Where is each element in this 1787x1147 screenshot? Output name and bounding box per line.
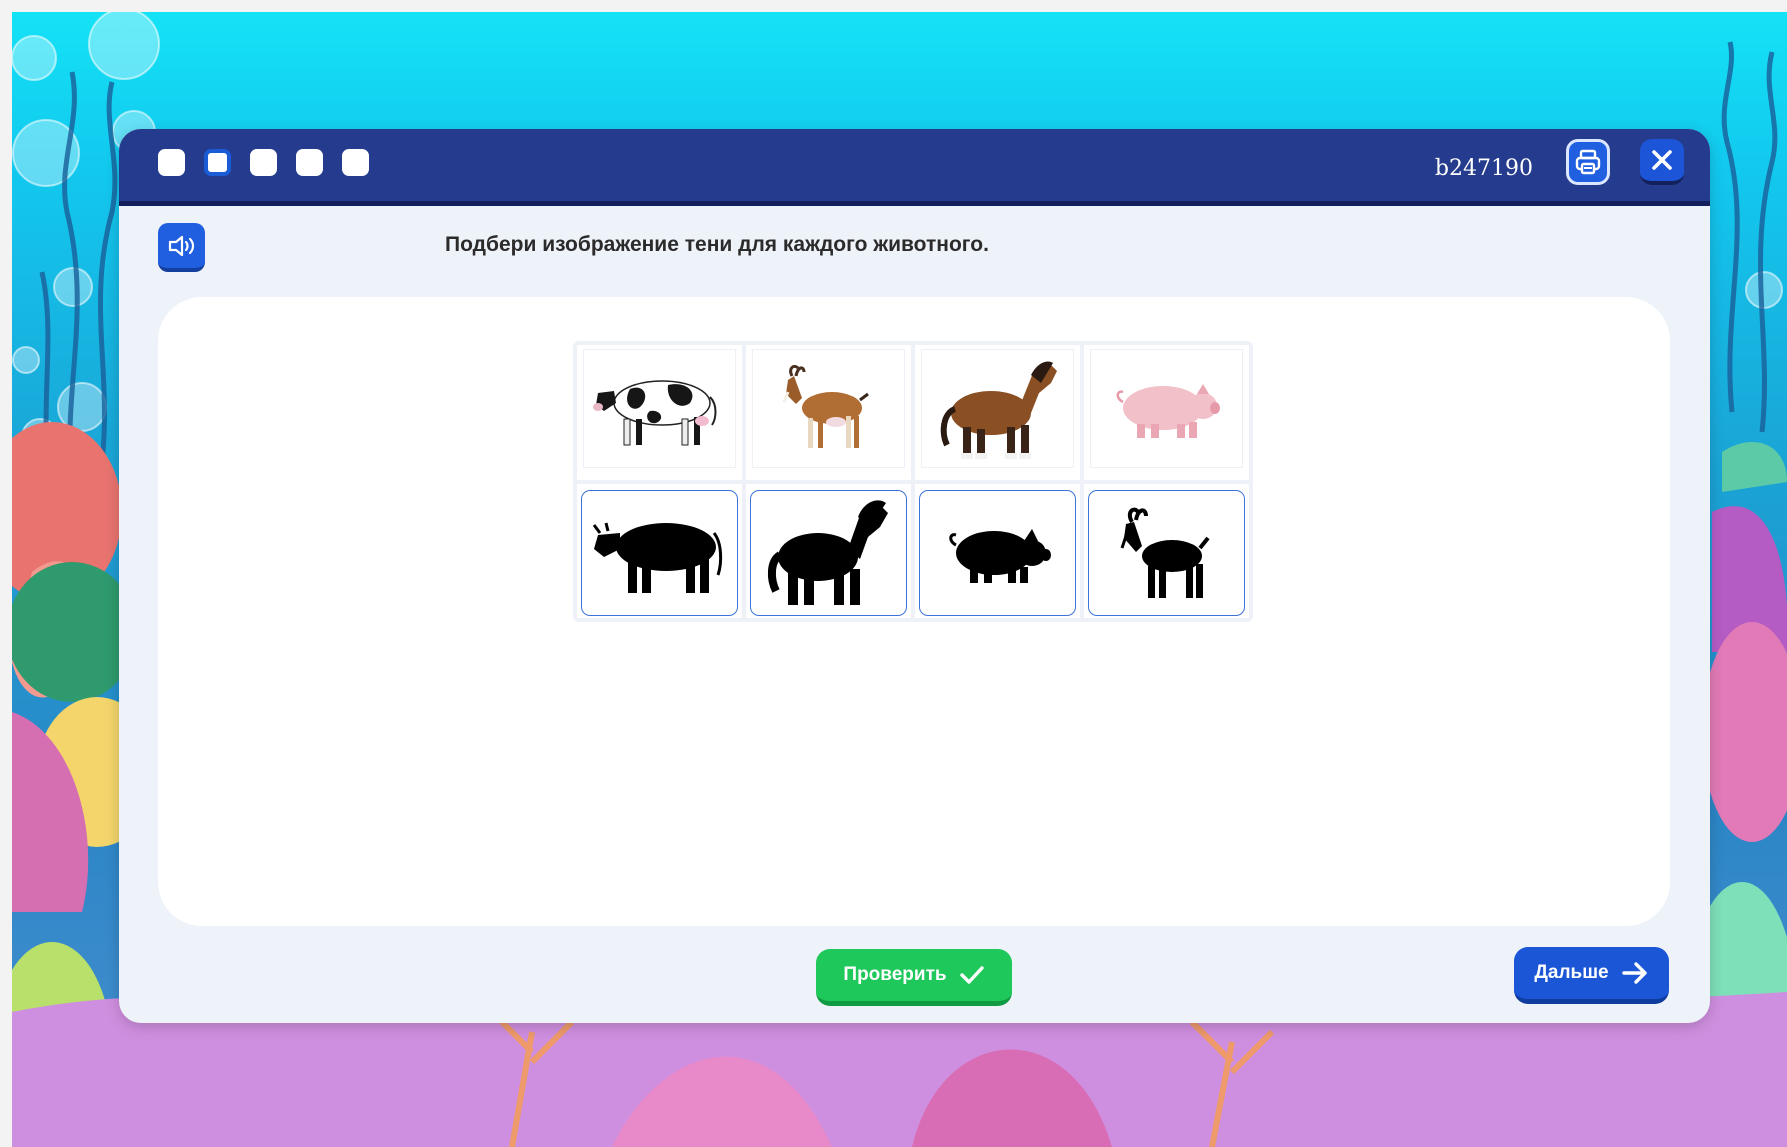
close-button[interactable] — [1640, 139, 1684, 185]
audio-button[interactable] — [158, 223, 205, 272]
pig-photo-icon — [1116, 384, 1220, 439]
shadow-card-pig[interactable] — [919, 489, 1076, 616]
cow-photo-icon — [592, 380, 716, 446]
shadow-cell-1 — [577, 483, 742, 618]
printer-icon — [1575, 149, 1601, 175]
cow-silhouette-icon — [592, 522, 722, 593]
animal-cell-horse — [915, 345, 1080, 480]
close-icon — [1652, 150, 1672, 170]
shadow-cell-3 — [915, 483, 1080, 618]
check-button-label: Проверить — [843, 964, 947, 985]
goat-silhouette-icon — [1120, 507, 1210, 598]
task-panel — [158, 297, 1670, 926]
horse-silhouette-icon — [767, 500, 888, 605]
step-indicators — [158, 149, 369, 176]
next-button-label: Дальше — [1534, 962, 1609, 983]
step-indicator-3[interactable] — [250, 149, 277, 176]
animal-cell-cow — [577, 345, 742, 480]
animal-card-horse[interactable] — [921, 349, 1074, 468]
shadow-cell-4 — [1084, 483, 1249, 618]
animal-cell-pig — [1084, 345, 1249, 480]
arrow-right-icon — [1621, 962, 1647, 984]
task-instruction: Подбери изображение тени для каждого жив… — [445, 233, 989, 256]
step-indicator-2[interactable] — [204, 149, 231, 176]
shadow-card-cow[interactable] — [581, 489, 738, 616]
checkmark-icon — [959, 966, 984, 984]
step-indicator-4[interactable] — [296, 149, 323, 176]
step-indicator-5[interactable] — [342, 149, 369, 176]
shadow-card-goat[interactable] — [1088, 489, 1245, 616]
pig-silhouette-icon — [948, 528, 1051, 583]
animal-card-pig[interactable] — [1090, 349, 1243, 468]
shadow-card-horse[interactable] — [750, 489, 907, 616]
top-bar: b247190 — [119, 129, 1710, 206]
matching-grid — [573, 341, 1253, 622]
shadow-cell-2 — [746, 483, 911, 618]
next-button[interactable]: Дальше — [1514, 947, 1669, 1004]
speaker-icon — [168, 235, 194, 256]
task-id: b247190 — [1434, 156, 1533, 181]
animal-card-cow[interactable] — [583, 349, 736, 468]
animal-cell-goat — [746, 345, 911, 480]
print-button[interactable] — [1566, 139, 1610, 185]
check-button[interactable]: Проверить — [816, 949, 1012, 1006]
task-window: b247190 Подбери изображение тени для каж… — [119, 129, 1710, 1023]
animal-card-goat[interactable] — [752, 349, 905, 468]
goat-photo-icon — [782, 365, 869, 449]
horse-photo-icon — [940, 361, 1057, 460]
step-indicator-1[interactable] — [158, 149, 185, 176]
